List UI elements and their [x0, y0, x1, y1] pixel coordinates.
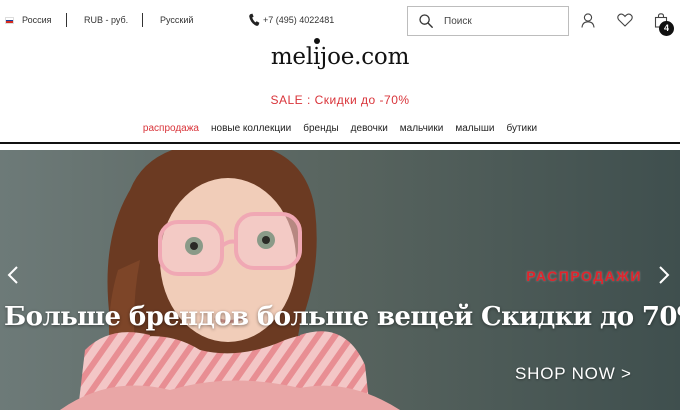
hero-banner[interactable]: РАСПРОДАЖИ Больше брендов больше вещей С… — [0, 150, 680, 410]
search-icon[interactable] — [419, 14, 433, 28]
search-box[interactable] — [407, 6, 569, 36]
shop-now-button[interactable]: SHOP NOW > — [515, 364, 632, 384]
language-selector[interactable]: Русский — [160, 15, 193, 26]
hero-eyebrow: РАСПРОДАЖИ — [526, 268, 642, 284]
hero-title: Больше брендов больше вещей Скидки до 70… — [4, 302, 680, 332]
nav-item-babies[interactable]: малыши — [449, 121, 500, 143]
chevron-right-icon[interactable] — [658, 265, 670, 285]
currency-selector[interactable]: RUB - руб. — [84, 15, 128, 26]
phone-number[interactable]: +7 (495) 4022481 — [263, 15, 334, 26]
country-selector[interactable]: Россия — [22, 15, 52, 26]
top-bar: Россия RUB - руб. Русский +7 (495) 40224… — [0, 0, 680, 42]
russia-flag-icon — [5, 17, 14, 24]
phone-icon — [249, 13, 260, 26]
search-input[interactable] — [444, 13, 564, 29]
heart-icon[interactable] — [617, 13, 633, 27]
divider — [66, 13, 67, 27]
cart-count-badge: 4 — [659, 21, 674, 36]
nav-item-boys[interactable]: мальчики — [394, 121, 450, 143]
site-logo[interactable]: melijoe.com — [0, 44, 680, 70]
nav-item-girls[interactable]: девочки — [345, 121, 394, 143]
nav-item-brands[interactable]: бренды — [297, 121, 344, 143]
nav-item-sale[interactable]: распродажа — [137, 121, 205, 143]
sale-promo-banner[interactable]: SALE : Скидки до -70% — [0, 93, 680, 107]
divider — [142, 13, 143, 27]
nav-item-new-collections[interactable]: новые коллекции — [205, 121, 297, 143]
chevron-left-icon[interactable] — [7, 265, 19, 285]
nav-divider — [0, 142, 680, 144]
main-nav: распродажа новые коллекции бренды девочк… — [0, 121, 680, 143]
nav-item-boutiques[interactable]: бутики — [500, 121, 543, 143]
user-icon[interactable] — [581, 13, 595, 28]
